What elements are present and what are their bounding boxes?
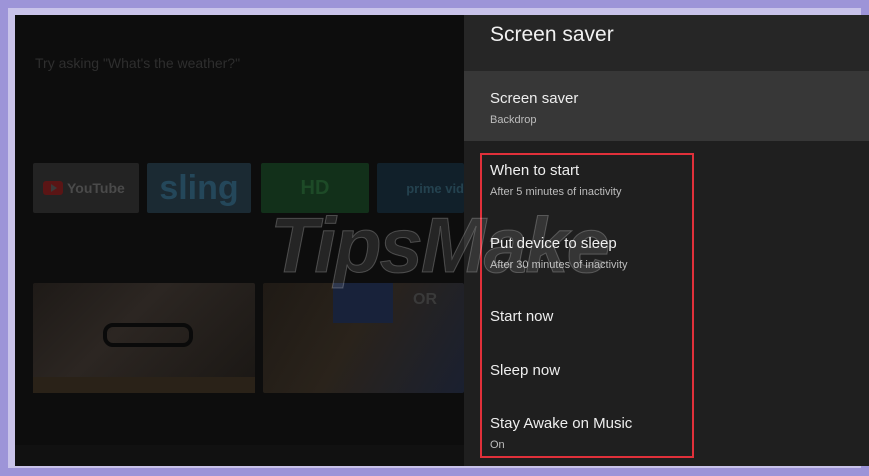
app-tile-youtube[interactable]: YouTube	[33, 163, 139, 213]
setting-screen-saver[interactable]: Screen saver Backdrop	[464, 71, 869, 141]
tv-screen: Try asking "What's the weather?" YouTube…	[15, 15, 869, 466]
thumbnail-caption-bar	[33, 377, 255, 393]
app-label: sling	[159, 168, 239, 207]
watermark-logo: TipsMake	[269, 201, 610, 290]
glasses-graphic	[103, 323, 193, 347]
panel-header: Screen saver	[464, 15, 869, 71]
app-tile-sling[interactable]: sling	[147, 163, 251, 213]
app-label: YouTube	[67, 180, 125, 196]
thumbnail-text: OR	[413, 291, 437, 308]
content-row-peek	[15, 445, 464, 466]
content-thumbnail[interactable]: OR	[263, 283, 464, 393]
content-thumbnail[interactable]	[33, 283, 255, 393]
highlight-annotation-box	[480, 153, 694, 458]
page-title: Screen saver	[490, 23, 614, 46]
setting-title: Screen saver	[490, 90, 579, 107]
youtube-play-icon	[43, 181, 63, 195]
setting-value: Backdrop	[490, 114, 537, 126]
assistant-hint: Try asking "What's the weather?"	[35, 55, 241, 71]
